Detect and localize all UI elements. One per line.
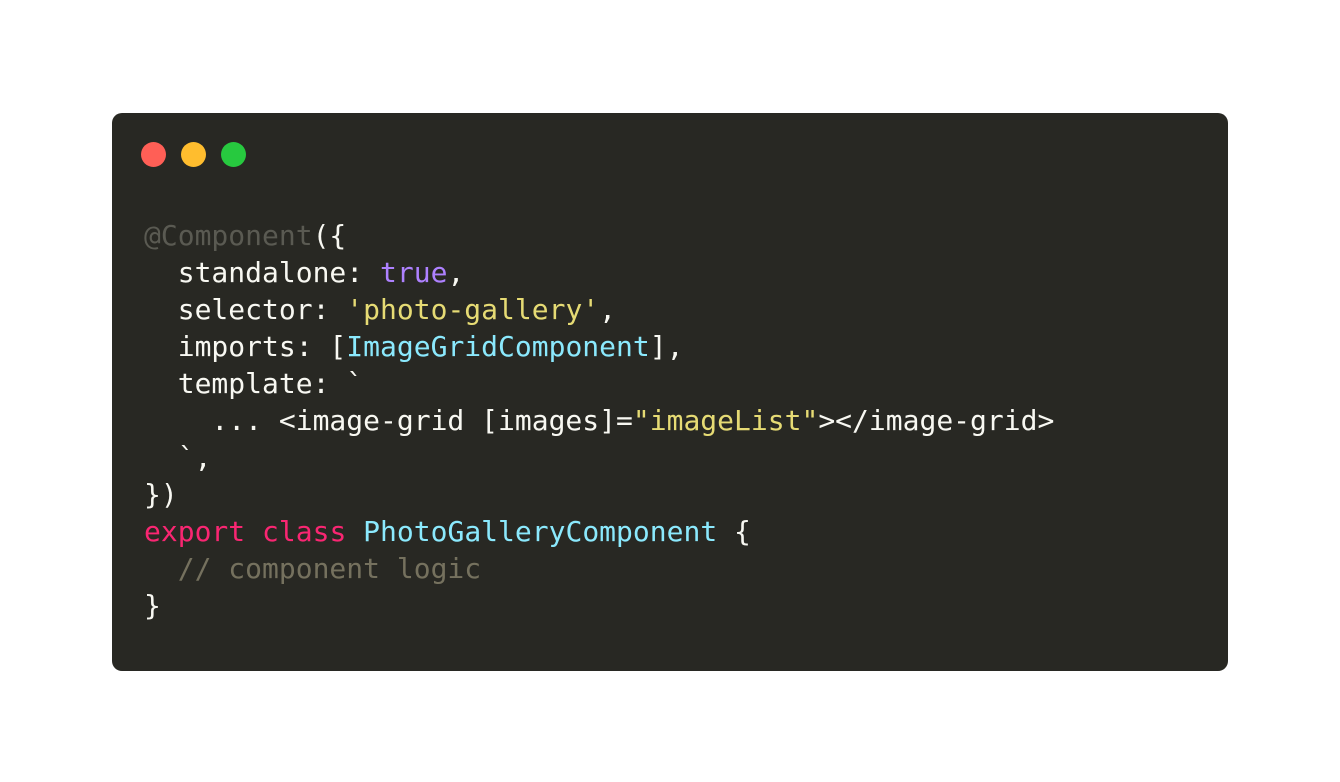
- code-token-plain: ,: [447, 256, 465, 289]
- close-dot[interactable]: [141, 142, 166, 167]
- code-line: // component logic: [144, 550, 1054, 587]
- code-line: `,: [144, 439, 1054, 476]
- code-token-plain: `,: [144, 441, 212, 474]
- code-token-plain: }): [144, 478, 178, 511]
- code-token-plain: selector:: [144, 293, 347, 326]
- code-token-comment: // component logic: [144, 552, 482, 585]
- code-token-plain: ... <image-grid [images]=: [144, 404, 633, 437]
- code-token-string: "imageList": [632, 404, 819, 437]
- code-line: }: [144, 587, 1054, 624]
- code-token-plain: }: [144, 589, 161, 622]
- code-token-class-name: ImageGridComponent: [346, 330, 650, 363]
- code-block: @Component({ standalone: true, selector:…: [144, 217, 1054, 624]
- code-window: @Component({ standalone: true, selector:…: [112, 113, 1228, 671]
- code-line: }): [144, 476, 1054, 513]
- code-token-plain: ,: [599, 293, 617, 326]
- code-line: export class PhotoGalleryComponent {: [144, 513, 1054, 550]
- code-line: template: `: [144, 365, 1054, 402]
- code-token-plain: standalone:: [144, 256, 381, 289]
- code-token-plain: {: [717, 515, 751, 548]
- code-token-plain: ],: [649, 330, 684, 363]
- minimize-dot[interactable]: [181, 142, 206, 167]
- code-token-boolean: true: [380, 256, 448, 289]
- code-token-plain: template: `: [144, 367, 364, 400]
- code-token-keyword: export: [144, 515, 246, 548]
- code-line: ... <image-grid [images]="imageList"></i…: [144, 402, 1054, 439]
- code-token-class-name: PhotoGalleryComponent: [363, 515, 718, 548]
- maximize-dot[interactable]: [221, 142, 246, 167]
- code-token-plain: imports: [: [144, 330, 347, 363]
- code-token-plain: ></image-grid>: [818, 404, 1055, 437]
- code-line: selector: 'photo-gallery',: [144, 291, 1054, 328]
- code-token-keyword: class: [262, 515, 347, 548]
- code-token-decorator: @Component: [144, 219, 313, 252]
- code-line: standalone: true,: [144, 254, 1054, 291]
- window-controls: [141, 142, 246, 167]
- code-line: imports: [ImageGridComponent],: [144, 328, 1054, 365]
- code-line: @Component({: [144, 217, 1054, 254]
- code-token-string: 'photo-gallery': [346, 293, 600, 326]
- code-token-plain: ({: [312, 219, 347, 252]
